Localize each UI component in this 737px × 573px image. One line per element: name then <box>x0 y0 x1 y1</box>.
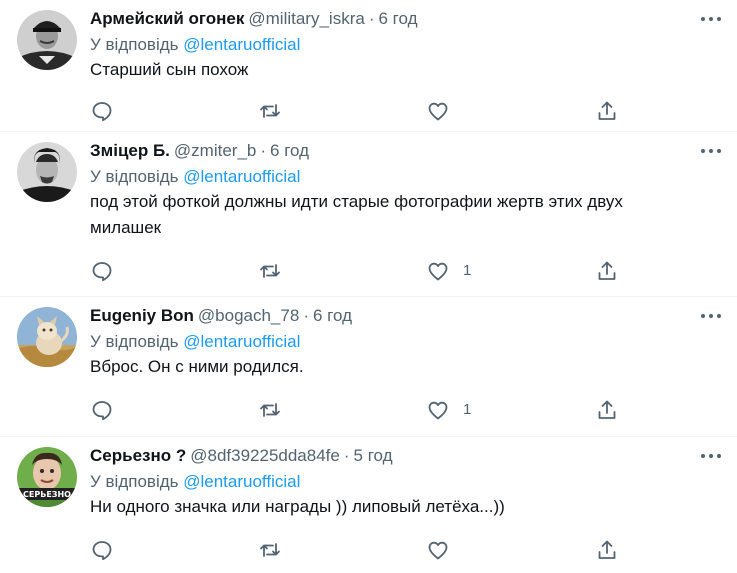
tweet-text: Вброс. Он с ними родился. <box>90 357 304 376</box>
like-count: 1 <box>463 401 472 418</box>
share-icon[interactable] <box>595 99 619 123</box>
timestamp[interactable]: 5 год <box>354 446 393 465</box>
tweet-actions: 1 <box>90 390 737 430</box>
user-handle[interactable]: @zmiter_b <box>174 141 256 160</box>
more-icon[interactable] <box>699 12 723 24</box>
tweet-header: Армейский огонек @military_iskra · 6 год <box>90 0 737 30</box>
user-handle[interactable]: @bogach_78 <box>198 306 299 325</box>
separator-dot: · <box>368 9 375 28</box>
tweet-text: под этой фоткой должны идти старые фотог… <box>90 192 623 237</box>
display-name[interactable]: Eugeniy Bon <box>90 306 194 325</box>
tweet-actions <box>90 91 737 131</box>
reply-to-link[interactable]: @lentaruofficial <box>183 472 300 491</box>
separator-dot: · <box>260 141 267 160</box>
timestamp[interactable]: 6 год <box>270 141 309 160</box>
reply-context: У відповідь @lentaruofficial <box>90 330 737 354</box>
display-name[interactable]: Серьезно ? <box>90 446 186 465</box>
tweet-header: Серьезно ? @8df39225dda84fe · 5 год <box>90 437 737 467</box>
like-count: 1 <box>463 262 472 279</box>
tweet[interactable]: Армейский огонек @military_iskra · 6 год У … <box>0 0 737 132</box>
reply-feed: Армейский огонек @military_iskra · 6 год У … <box>0 0 737 573</box>
display-name[interactable]: Армейский огонек <box>90 9 244 28</box>
reply-prefix: У відповідь <box>90 332 179 351</box>
avatar[interactable] <box>17 307 77 367</box>
reply-icon[interactable] <box>90 538 114 562</box>
reply-context: У відповідь @lentaruofficial <box>90 470 737 494</box>
reply-icon[interactable] <box>90 398 114 422</box>
reply-prefix: У відповідь <box>90 472 179 491</box>
avatar-caption: СЕРЬЕЗНО <box>23 490 71 499</box>
reply-to-link[interactable]: @lentaruofficial <box>183 332 300 351</box>
tweet-header: Eugeniy Bon @bogach_78 · 6 год <box>90 297 737 327</box>
share-icon[interactable] <box>595 398 619 422</box>
reply-context: У відповідь @lentaruofficial <box>90 33 737 57</box>
separator-dot: · <box>303 306 309 325</box>
retweet-icon[interactable] <box>258 398 282 422</box>
timestamp[interactable]: 6 год <box>378 9 417 28</box>
user-handle[interactable]: @8df39225dda84fe <box>190 446 340 465</box>
tweet[interactable]: СЕРЬЕЗНО Серьезно ? @8df39225dda84fe · 5 го… <box>0 437 737 573</box>
separator-dot: · <box>343 446 350 465</box>
retweet-icon[interactable] <box>258 538 282 562</box>
tweet-text: Ни одного значка или награды )) липовый … <box>90 497 505 516</box>
reply-prefix: У відповідь <box>90 35 179 54</box>
tweet-text: Старший сын похож <box>90 60 249 79</box>
like-icon[interactable] <box>426 398 450 422</box>
timestamp[interactable]: 6 год <box>313 306 352 325</box>
avatar[interactable]: СЕРЬЕЗНО <box>17 447 77 507</box>
like-icon[interactable] <box>426 259 450 283</box>
user-handle[interactable]: @military_iskra <box>248 9 364 28</box>
reply-to-link[interactable]: @lentaruofficial <box>183 35 300 54</box>
tweet[interactable]: Eugeniy Bon @bogach_78 · 6 год У відповідь … <box>0 297 737 437</box>
like-icon[interactable] <box>426 99 450 123</box>
share-icon[interactable] <box>595 538 619 562</box>
more-icon[interactable] <box>699 144 723 156</box>
reply-icon[interactable] <box>90 259 114 283</box>
avatar[interactable] <box>17 10 77 70</box>
like-icon[interactable] <box>426 538 450 562</box>
avatar[interactable] <box>17 142 77 202</box>
more-icon[interactable] <box>699 309 723 321</box>
reply-to-link[interactable]: @lentaruofficial <box>183 167 300 186</box>
display-name[interactable]: Зміцер Б. <box>90 141 170 160</box>
tweet[interactable]: Зміцер Б. @zmiter_b · 6 год У відповідь @le… <box>0 132 737 297</box>
reply-context: У відповідь @lentaruofficial <box>90 165 737 189</box>
tweet-actions <box>90 530 737 570</box>
tweet-actions: 1 <box>90 251 737 291</box>
reply-icon[interactable] <box>90 99 114 123</box>
retweet-icon[interactable] <box>258 259 282 283</box>
reply-prefix: У відповідь <box>90 167 179 186</box>
more-icon[interactable] <box>699 449 723 461</box>
retweet-icon[interactable] <box>258 99 282 123</box>
tweet-header: Зміцер Б. @zmiter_b · 6 год <box>90 132 737 162</box>
share-icon[interactable] <box>595 259 619 283</box>
